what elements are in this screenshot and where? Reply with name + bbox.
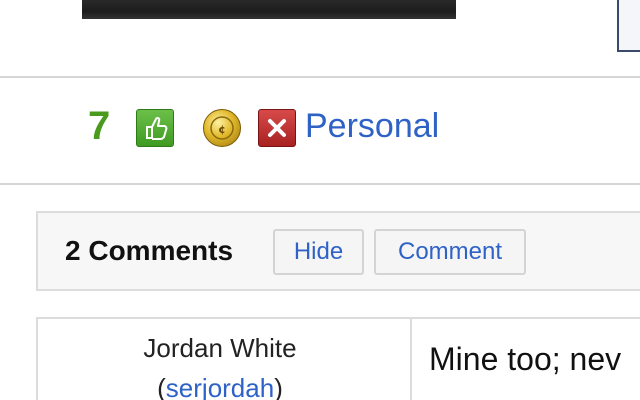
thumbs-up-icon xyxy=(146,116,168,140)
post-image xyxy=(82,0,456,19)
remove-button[interactable] xyxy=(258,109,296,147)
comments-header: 2 Comments Hide Comment xyxy=(36,211,640,291)
comment-body: Mine too; nev xyxy=(429,341,622,377)
close-icon xyxy=(268,119,286,137)
comment-row: Jordan White (serjordah) Mine too; nev xyxy=(36,317,640,400)
hide-comments-button[interactable]: Hide xyxy=(273,229,364,275)
comment-author-name: Jordan White xyxy=(143,333,297,363)
comment-author-handle-wrapper: (serjordah) xyxy=(38,371,402,400)
upvote-button[interactable] xyxy=(136,109,174,147)
coin-button[interactable]: ¢ xyxy=(203,109,241,147)
comment-author-handle-link[interactable]: serjordah xyxy=(166,373,274,400)
add-comment-button[interactable]: Comment xyxy=(374,229,526,275)
divider xyxy=(0,183,640,185)
comments-count-title: 2 Comments xyxy=(65,235,234,266)
vote-row: 7 ¢ Personal xyxy=(0,78,640,183)
comment-author-cell: Jordan White (serjordah) xyxy=(38,319,412,400)
tag-link-personal[interactable]: Personal xyxy=(305,104,439,148)
vote-count: 7 xyxy=(88,104,111,148)
svg-text:¢: ¢ xyxy=(218,123,226,136)
sidebar-thumbnail[interactable] xyxy=(617,0,640,52)
post-page: 7 ¢ Personal 2 Comments Hide Comment Jor… xyxy=(0,0,640,400)
coin-icon: ¢ xyxy=(210,116,234,140)
